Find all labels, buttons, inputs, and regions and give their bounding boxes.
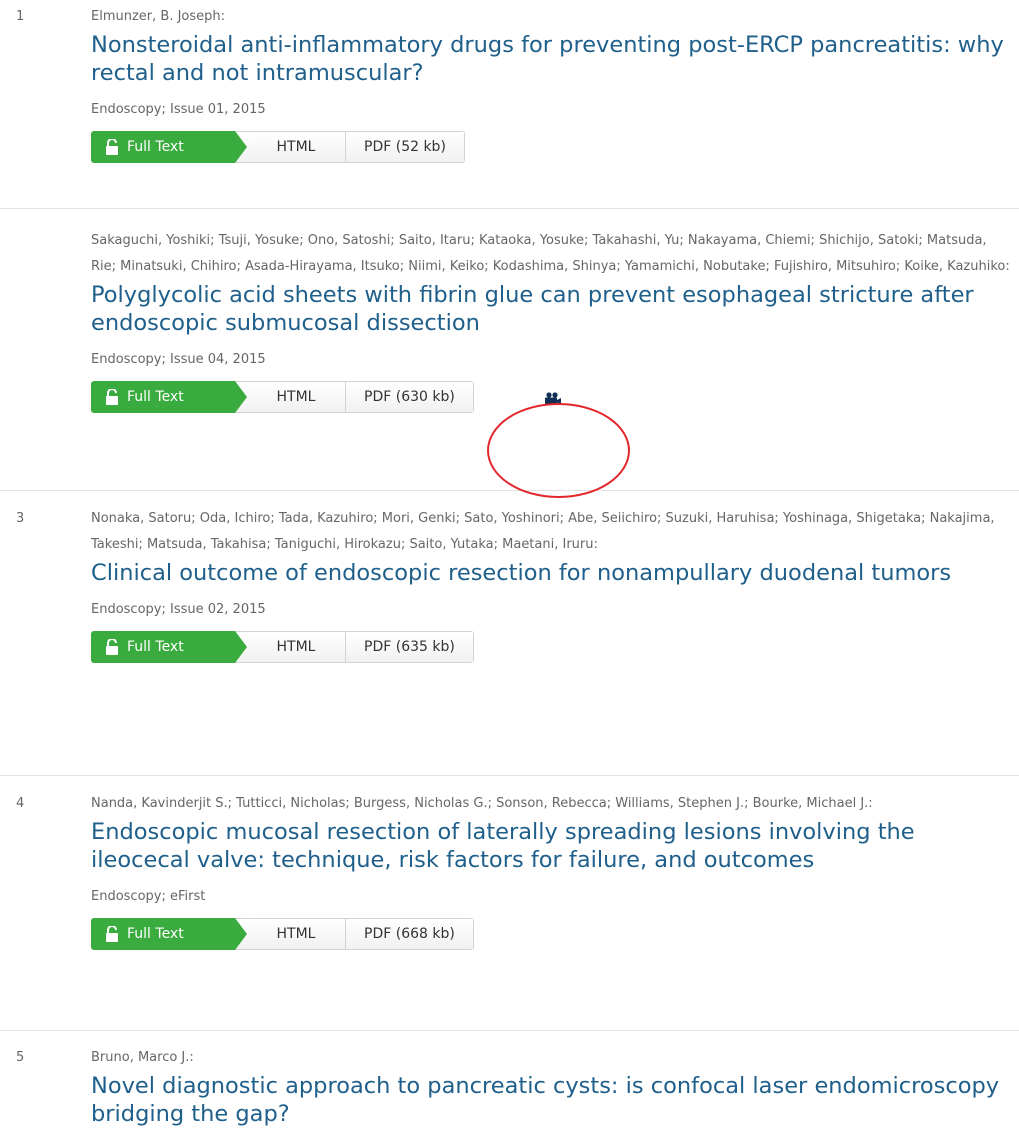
result-title-link[interactable]: Endoscopic mucosal resection of laterall… xyxy=(91,818,1011,874)
annotation-circle xyxy=(487,403,630,498)
result-journal: Endoscopy; Issue 02, 2015 xyxy=(91,602,266,617)
result-number: 4 xyxy=(16,796,25,811)
full-text-button[interactable]: Full Text xyxy=(91,131,247,163)
unlock-icon xyxy=(105,925,119,942)
result-authors: Nonaka, Satoru; Oda, Ichiro; Tada, Kazuh… xyxy=(91,511,995,552)
pdf-button[interactable]: PDF (635 kb) xyxy=(345,632,473,662)
full-text-button[interactable]: Full Text xyxy=(91,918,247,950)
unlock-icon xyxy=(105,388,119,405)
format-buttons: HTML PDF (52 kb) xyxy=(235,131,465,163)
divider xyxy=(0,490,1019,491)
unlock-icon xyxy=(105,638,119,655)
full-text-label: Full Text xyxy=(127,139,184,155)
html-button[interactable]: HTML xyxy=(235,382,345,412)
result-title-link[interactable]: Novel diagnostic approach to pancreatic … xyxy=(91,1072,1011,1128)
format-buttons: HTML PDF (668 kb) xyxy=(235,918,474,950)
pdf-button[interactable]: PDF (52 kb) xyxy=(345,132,464,162)
access-buttons: Full Text HTML PDF (668 kb) xyxy=(91,918,1011,950)
result-journal: Endoscopy; Issue 04, 2015 xyxy=(91,352,266,367)
access-buttons: Full Text HTML PDF (635 kb) xyxy=(91,631,1011,663)
result-authors: Elmunzer, B. Joseph: xyxy=(91,9,226,24)
search-results: 1 Elmunzer, B. Joseph: Nonsteroidal anti… xyxy=(0,0,1019,1136)
full-text-label: Full Text xyxy=(127,639,184,655)
result-journal: Endoscopy; Issue 01, 2015 xyxy=(91,102,266,117)
unlock-icon xyxy=(105,138,119,155)
full-text-label: Full Text xyxy=(127,389,184,405)
format-buttons: HTML PDF (630 kb) xyxy=(235,381,474,413)
format-buttons: HTML PDF (635 kb) xyxy=(235,631,474,663)
divider xyxy=(0,1030,1019,1031)
result-authors: Sakaguchi, Yoshiki; Tsuji, Yosuke; Ono, … xyxy=(91,233,1010,274)
divider xyxy=(0,775,1019,776)
html-button[interactable]: HTML xyxy=(235,919,345,949)
result-authors: Nanda, Kavinderjit S.; Tutticci, Nichola… xyxy=(91,796,873,811)
result-number: 5 xyxy=(16,1050,25,1065)
access-buttons: Full Text HTML PDF (52 kb) xyxy=(91,131,1011,163)
full-text-button[interactable]: Full Text xyxy=(91,631,247,663)
divider xyxy=(0,208,1019,209)
full-text-label: Full Text xyxy=(127,926,184,942)
full-text-button[interactable]: Full Text xyxy=(91,381,247,413)
html-button[interactable]: HTML xyxy=(235,632,345,662)
access-buttons: Full Text HTML PDF (630 kb) xyxy=(91,381,1011,413)
result-title-link[interactable]: Clinical outcome of endoscopic resection… xyxy=(91,559,1011,587)
result-authors: Bruno, Marco J.: xyxy=(91,1050,194,1065)
pdf-button[interactable]: PDF (668 kb) xyxy=(345,919,473,949)
html-button[interactable]: HTML xyxy=(235,132,345,162)
pdf-button[interactable]: PDF (630 kb) xyxy=(345,382,473,412)
result-journal: Endoscopy; eFirst xyxy=(91,889,206,904)
result-number: 1 xyxy=(16,9,25,24)
result-title-link[interactable]: Polyglycolic acid sheets with fibrin glu… xyxy=(91,281,1011,337)
result-title-link[interactable]: Nonsteroidal anti-inflammatory drugs for… xyxy=(91,31,1011,87)
video-camera-icon[interactable] xyxy=(544,391,562,405)
result-number: 3 xyxy=(16,511,25,526)
